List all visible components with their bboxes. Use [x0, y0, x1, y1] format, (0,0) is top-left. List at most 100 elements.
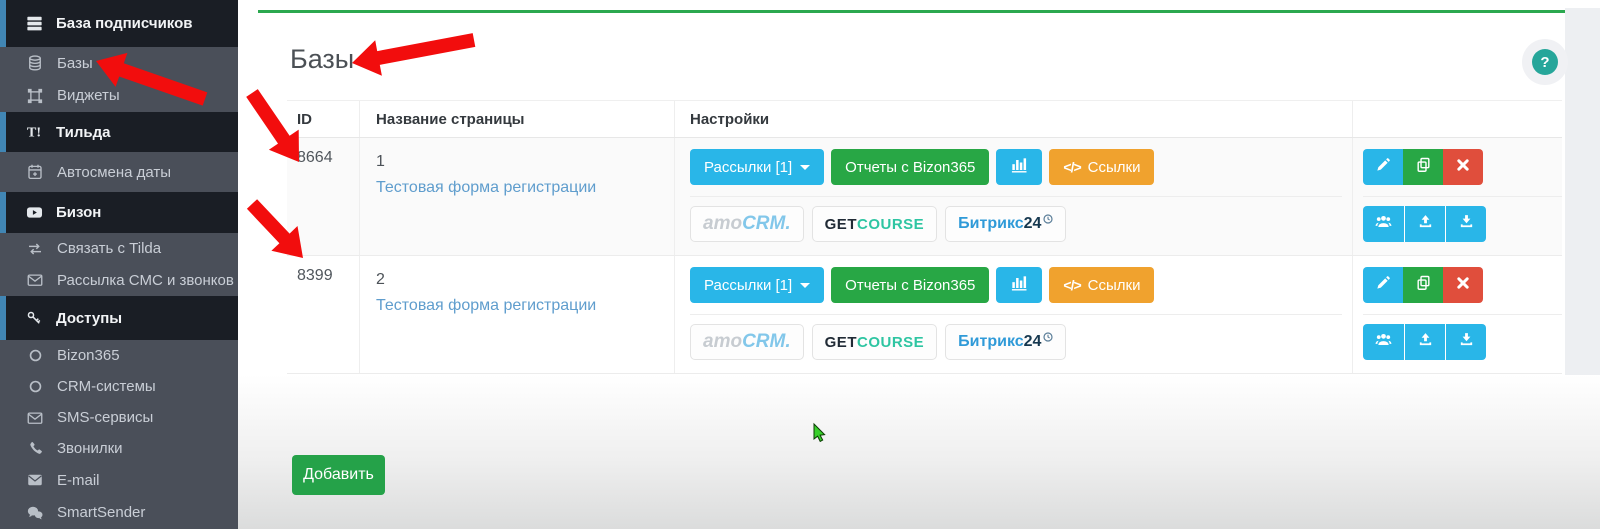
sidebar-item-smartsender[interactable]: SmartSender — [0, 496, 238, 529]
row-page-link[interactable]: Тестовая форма регистрации — [376, 175, 674, 201]
close-icon — [1456, 276, 1470, 295]
edit-button[interactable] — [1363, 149, 1403, 185]
help-button[interactable]: ? — [1532, 49, 1558, 75]
edit-actions-group — [1363, 267, 1483, 303]
bizon-reports-button[interactable]: Отчеты с Bizon365 — [831, 267, 989, 303]
sidebar-item-crm[interactable]: CRM-системы — [0, 371, 238, 402]
cell-divider — [690, 196, 1342, 197]
sidebar-item-access[interactable]: Доступы — [0, 296, 238, 340]
bizon-reports-button[interactable]: Отчеты с Bizon365 — [831, 149, 989, 185]
copy-button[interactable] — [1403, 267, 1443, 303]
sidebar-item-label: E-mail — [57, 472, 100, 489]
sidebar-item-tilda[interactable]: T! Тильда — [0, 112, 238, 152]
sidebar-item-sms-calls[interactable]: Рассылка СМС и звонков — [0, 264, 238, 296]
cell-divider — [690, 314, 1342, 315]
sidebar-item-label: Bizon365 — [57, 347, 120, 364]
header-id: ID — [287, 101, 360, 137]
row-order: 2 — [376, 267, 674, 293]
row-id: 8664 — [287, 138, 360, 255]
sidebar-item-widgets[interactable]: Виджеты — [0, 79, 238, 112]
sidebar-item-label: Автосмена даты — [57, 164, 171, 181]
users-icon — [1374, 330, 1393, 354]
amocrm-button[interactable]: amoCRM. — [690, 324, 804, 360]
add-button[interactable]: Добавить — [292, 455, 385, 495]
sidebar-item-label: Тильда — [56, 124, 110, 141]
download-button[interactable] — [1445, 324, 1486, 360]
sidebar-item-label: Доступы — [56, 310, 122, 327]
download-icon — [1458, 331, 1475, 353]
sidebar-item-bases[interactable]: Базы — [0, 47, 238, 79]
play-icon — [24, 203, 44, 223]
sidebar-item-dialers[interactable]: Звонилки — [0, 433, 238, 464]
sidebar-item-bizon[interactable]: Бизон — [0, 192, 238, 233]
header-page-name: Название страницы — [360, 101, 675, 137]
close-icon — [1456, 158, 1470, 177]
help-button-halo: ? — [1522, 39, 1568, 85]
mailings-dropdown-button[interactable]: Рассылки [1] — [690, 267, 824, 303]
calendar-plus-icon — [25, 162, 45, 182]
download-button[interactable] — [1445, 206, 1486, 242]
upload-button[interactable] — [1404, 206, 1445, 242]
amocrm-button[interactable]: amoCRM. — [690, 206, 804, 242]
subscribers-button[interactable] — [1363, 206, 1404, 242]
code-icon: </> — [1063, 159, 1080, 175]
sidebar-item-label: CRM-системы — [57, 378, 156, 395]
sidebar-item-label: База подписчиков — [56, 15, 192, 32]
sidebar-item-auto-date[interactable]: Автосмена даты — [0, 152, 238, 192]
sidebar-item-label: SMS-сервисы — [57, 409, 153, 426]
exchange-icon — [25, 239, 45, 259]
table-header-row: ID Название страницы Настройки — [287, 101, 1562, 138]
stats-button[interactable] — [996, 267, 1042, 303]
server-icon — [24, 14, 44, 34]
app-window: База подписчиков Базы Виджеты T! Тильда … — [0, 0, 1600, 529]
getcourse-button[interactable]: GETCOURSE — [812, 206, 938, 242]
row-page-link[interactable]: Тестовая форма регистрации — [376, 293, 674, 319]
copy-button[interactable] — [1403, 149, 1443, 185]
getcourse-button[interactable]: GETCOURSE — [812, 324, 938, 360]
subscribers-button[interactable] — [1363, 324, 1404, 360]
card-top-accent — [258, 10, 1565, 13]
bases-table: ID Название страницы Настройки 8664 1 Те… — [287, 100, 1562, 374]
upload-button[interactable] — [1404, 324, 1445, 360]
sidebar-item-label: Рассылка СМС и звонков — [57, 272, 234, 289]
header-actions — [1353, 101, 1562, 137]
sidebar-item-label: Звонилки — [57, 440, 123, 457]
sidebar-item-label: Бизон — [56, 204, 101, 221]
bar-chart-icon — [1009, 155, 1029, 179]
circle-icon — [25, 346, 45, 366]
copy-icon — [1415, 274, 1432, 296]
header-settings: Настройки — [675, 101, 1353, 137]
stats-button[interactable] — [996, 149, 1042, 185]
sidebar-item-label: Базы — [57, 55, 93, 72]
bitrix24-button[interactable]: Битрикс24 — [945, 206, 1066, 242]
cell-divider — [1363, 196, 1562, 197]
bitrix24-button[interactable]: Битрикс24 — [945, 324, 1066, 360]
sidebar: База подписчиков Базы Виджеты T! Тильда … — [0, 0, 238, 529]
tilda-icon: T! — [24, 122, 44, 142]
pencil-icon — [1375, 157, 1391, 178]
edit-button[interactable] — [1363, 267, 1403, 303]
circle-icon — [25, 377, 45, 397]
envelope-outline-icon — [25, 270, 45, 290]
sidebar-item-email[interactable]: E-mail — [0, 464, 238, 496]
download-icon — [1458, 213, 1475, 235]
chevron-down-icon — [800, 283, 810, 288]
sidebar-item-bizon365[interactable]: Bizon365 — [0, 340, 238, 371]
row-actions-cell — [1353, 256, 1562, 373]
code-icon: </> — [1063, 277, 1080, 293]
sidebar-item-label: Виджеты — [57, 87, 120, 104]
sidebar-item-sms-services[interactable]: SMS-сервисы — [0, 402, 238, 433]
delete-button[interactable] — [1443, 149, 1483, 185]
upload-icon — [1417, 213, 1434, 235]
mailings-dropdown-button[interactable]: Рассылки [1] — [690, 149, 824, 185]
sidebar-item-link-tilda[interactable]: Связать с Tilda — [0, 233, 238, 264]
delete-button[interactable] — [1443, 267, 1483, 303]
page-title: Базы — [290, 44, 354, 75]
links-button[interactable]: </> Ссылки — [1049, 267, 1154, 303]
row-order: 1 — [376, 149, 674, 175]
chevron-down-icon — [800, 165, 810, 170]
key-icon — [24, 308, 44, 328]
row-actions-cell — [1353, 138, 1562, 255]
links-button[interactable]: </> Ссылки — [1049, 149, 1154, 185]
sidebar-item-subscriber-base[interactable]: База подписчиков — [0, 0, 238, 47]
